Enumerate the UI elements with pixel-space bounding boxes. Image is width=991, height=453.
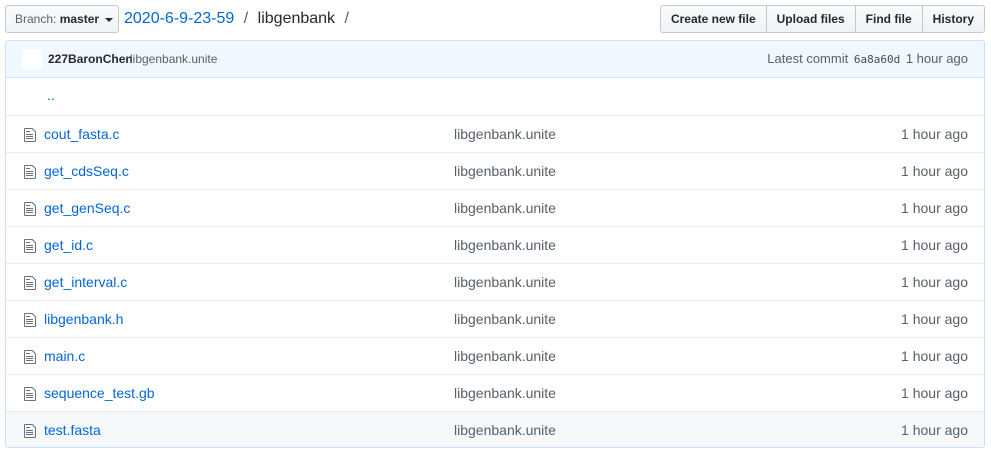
file-name-link[interactable]: test.fasta	[44, 422, 101, 438]
file-age: 1 hour ago	[901, 422, 968, 438]
file-icon	[24, 275, 38, 291]
file-row: get_interval.c libgenbank.unite 1 hour ago	[6, 263, 984, 300]
commit-author-link[interactable]: 227BaronChen	[48, 52, 133, 66]
file-commit-message-link[interactable]: libgenbank.unite	[454, 385, 556, 401]
parent-directory-link[interactable]: ..	[47, 87, 55, 103]
file-icon	[24, 164, 38, 180]
file-row: cout_fasta.c libgenbank.unite 1 hour ago	[6, 115, 984, 152]
file-age: 1 hour ago	[901, 126, 968, 142]
branch-select-button[interactable]: Branch: master	[5, 5, 119, 33]
file-icon	[24, 201, 38, 217]
file-age: 1 hour ago	[901, 237, 968, 253]
breadcrumb-separator: /	[344, 10, 349, 27]
file-commit-message-link[interactable]: libgenbank.unite	[454, 348, 556, 364]
file-icon	[24, 423, 38, 439]
file-commit-message-link[interactable]: libgenbank.unite	[454, 126, 556, 142]
file-icon	[24, 238, 38, 254]
create-new-file-button[interactable]: Create new file	[659, 5, 767, 33]
file-row: test.fasta libgenbank.unite 1 hour ago	[6, 411, 984, 447]
file-name-link[interactable]: sequence_test.gb	[44, 385, 155, 401]
commit-message-link[interactable]: libgenbank.unite	[130, 52, 217, 66]
commit-age: 1 hour ago	[905, 51, 968, 66]
avatar[interactable]	[22, 49, 42, 69]
commit-tease: 227BaronChen libgenbank.unite Latest com…	[6, 41, 984, 78]
branch-name: master	[59, 12, 100, 26]
file-row: libgenbank.h libgenbank.unite 1 hour ago	[6, 300, 984, 337]
file-age: 1 hour ago	[901, 385, 968, 401]
file-age: 1 hour ago	[901, 163, 968, 179]
file-commit-message-link[interactable]: libgenbank.unite	[454, 422, 556, 438]
commit-sha-link[interactable]: 6a8a60d	[854, 53, 900, 66]
file-row: main.c libgenbank.unite 1 hour ago	[6, 337, 984, 374]
file-name-link[interactable]: main.c	[44, 348, 85, 364]
file-commit-message-link[interactable]: libgenbank.unite	[454, 311, 556, 327]
file-commit-message-link[interactable]: libgenbank.unite	[454, 237, 556, 253]
file-name-link[interactable]: cout_fasta.c	[44, 126, 120, 142]
file-navigation: Branch: master 2020-6-9-23-59 / libgenba…	[5, 5, 985, 33]
file-list: 227BaronChen libgenbank.unite Latest com…	[5, 40, 985, 448]
latest-commit-label: Latest commit	[767, 51, 849, 66]
file-commit-message-link[interactable]: libgenbank.unite	[454, 274, 556, 290]
file-age: 1 hour ago	[901, 311, 968, 327]
breadcrumb-current-dir: libgenbank	[257, 10, 336, 27]
file-row: get_id.c libgenbank.unite 1 hour ago	[6, 226, 984, 263]
file-age: 1 hour ago	[901, 348, 968, 364]
file-icon	[24, 349, 38, 365]
file-name-link[interactable]: get_id.c	[44, 237, 93, 253]
latest-commit: Latest commit 6a8a60d 1 hour ago	[767, 51, 968, 66]
upload-files-button[interactable]: Upload files	[766, 5, 856, 33]
find-file-button[interactable]: Find file	[855, 5, 923, 33]
history-button[interactable]: History	[922, 5, 985, 33]
caret-down-icon	[105, 17, 114, 22]
file-row: get_cdsSeq.c libgenbank.unite 1 hour ago	[6, 152, 984, 189]
file-name-link[interactable]: libgenbank.h	[44, 311, 123, 327]
file-icon	[24, 312, 38, 328]
file-row: get_genSeq.c libgenbank.unite 1 hour ago	[6, 189, 984, 226]
branch-prefix: Branch:	[15, 12, 57, 26]
breadcrumb: 2020-6-9-23-59 / libgenbank /	[124, 7, 354, 31]
breadcrumb-repo-link[interactable]: 2020-6-9-23-59	[124, 10, 234, 27]
file-actions: Create new file Upload files Find file H…	[659, 5, 985, 33]
file-age: 1 hour ago	[901, 200, 968, 216]
file-commit-message-link[interactable]: libgenbank.unite	[454, 200, 556, 216]
file-name-link[interactable]: get_interval.c	[44, 274, 127, 290]
file-name-link[interactable]: get_genSeq.c	[44, 200, 130, 216]
file-commit-message-link[interactable]: libgenbank.unite	[454, 163, 556, 179]
file-icon	[24, 386, 38, 402]
file-name-link[interactable]: get_cdsSeq.c	[44, 163, 129, 179]
breadcrumb-separator: /	[243, 10, 249, 27]
parent-directory-row: ..	[6, 78, 984, 115]
file-age: 1 hour ago	[901, 274, 968, 290]
file-icon	[24, 127, 38, 143]
file-row: sequence_test.gb libgenbank.unite 1 hour a…	[6, 374, 984, 411]
